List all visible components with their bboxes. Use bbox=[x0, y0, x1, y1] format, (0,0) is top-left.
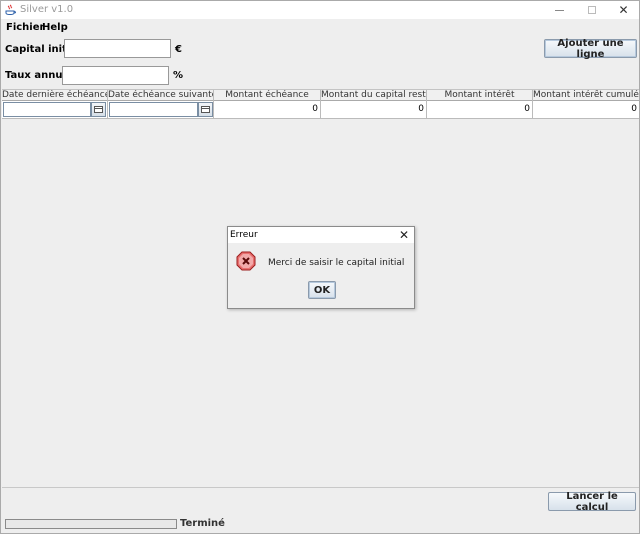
cell-date-derniere bbox=[2, 101, 108, 118]
calendar-icon bbox=[94, 106, 103, 113]
taux-input[interactable] bbox=[62, 66, 169, 85]
title-bar: Silver v1.0 ✕ bbox=[1, 1, 639, 19]
dialog-title: Erreur bbox=[230, 230, 258, 240]
capital-unit: € bbox=[175, 44, 182, 55]
cell-interet[interactable]: 0 bbox=[427, 101, 533, 118]
dialog-close-button[interactable]: ✕ bbox=[397, 228, 411, 242]
close-icon: ✕ bbox=[618, 3, 629, 17]
date-suivante-input[interactable] bbox=[109, 102, 198, 117]
minimize-icon bbox=[555, 9, 564, 11]
capital-input[interactable] bbox=[64, 39, 171, 58]
table-header: Date dernière échéance Date échéance sui… bbox=[2, 89, 639, 102]
divider bbox=[2, 487, 639, 488]
status-text: Terminé bbox=[180, 518, 225, 529]
menu-bar: Fichier Help bbox=[1, 19, 639, 35]
cell-interet-cumule[interactable]: 0 bbox=[533, 101, 639, 118]
close-icon: ✕ bbox=[398, 228, 410, 242]
table-row[interactable]: 0 0 0 0 bbox=[2, 101, 639, 119]
dialog-message: Merci de saisir le capital initial bbox=[268, 258, 405, 268]
menu-fichier[interactable]: Fichier bbox=[6, 22, 44, 33]
app-window: Silver v1.0 ✕ Fichier Help Capital initi… bbox=[0, 0, 640, 534]
cell-capital-restant[interactable]: 0 bbox=[321, 101, 427, 118]
error-icon bbox=[236, 251, 256, 271]
taux-unit: % bbox=[173, 70, 184, 81]
close-button[interactable]: ✕ bbox=[607, 1, 640, 19]
date-suivante-picker-button[interactable] bbox=[198, 102, 213, 117]
progress-bar bbox=[5, 519, 177, 529]
minimize-button[interactable] bbox=[543, 1, 576, 19]
date-derniere-picker-button[interactable] bbox=[91, 102, 106, 117]
cell-montant-echeance[interactable]: 0 bbox=[214, 101, 321, 118]
menu-help[interactable]: Help bbox=[42, 22, 68, 33]
error-dialog: Erreur ✕ Merci de saisir le capital init… bbox=[227, 226, 415, 309]
run-calculation-button[interactable]: Lancer le calcul bbox=[548, 491, 636, 513]
window-title: Silver v1.0 bbox=[20, 4, 74, 15]
dialog-title-bar: Erreur ✕ bbox=[228, 227, 414, 243]
maximize-button[interactable] bbox=[575, 1, 608, 19]
date-derniere-input[interactable] bbox=[3, 102, 91, 117]
add-row-button[interactable]: Ajouter une ligne bbox=[544, 38, 637, 60]
calendar-icon bbox=[201, 106, 210, 113]
maximize-icon bbox=[587, 6, 596, 14]
java-app-icon bbox=[5, 4, 16, 16]
ok-button[interactable]: OK bbox=[308, 281, 336, 299]
cell-date-suivante bbox=[108, 101, 214, 118]
